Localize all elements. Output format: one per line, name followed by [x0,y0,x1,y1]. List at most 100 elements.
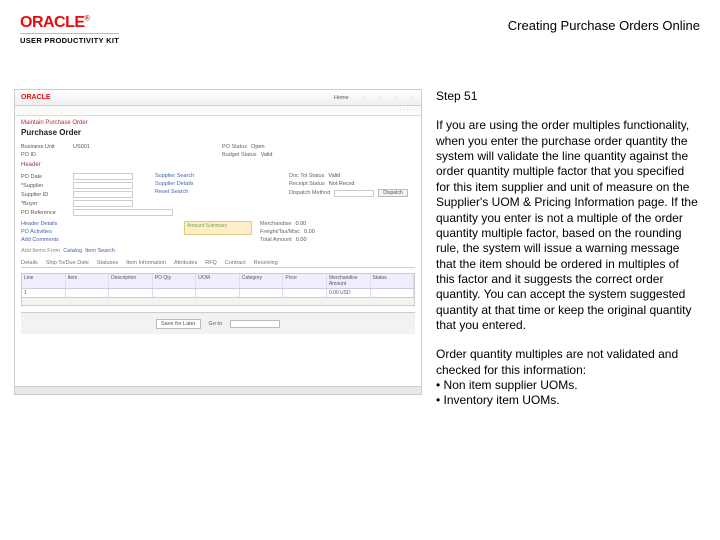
link[interactable]: Header Details [21,221,176,227]
field-value: 0.00 [296,221,307,227]
cell: 0.00 USD [327,289,371,297]
field-value: US001 [73,144,90,150]
field-value: Open [251,144,264,150]
registered-mark: ® [85,16,90,23]
supplier-input[interactable] [73,182,133,189]
field-label: Doc Tol Status [289,173,324,179]
cell [371,289,415,297]
app-body: Maintain Purchase Order Purchase Order B… [15,116,421,386]
amount-summary-box: Amount Summary [184,221,252,235]
cell[interactable] [109,289,153,297]
col-header: PO Qty [153,274,197,288]
grid-footer [22,297,414,305]
col-header: Description [109,274,153,288]
oracle-logo: ORACLE® [20,14,119,32]
tab[interactable]: RFQ [205,260,217,266]
dispatch-button[interactable]: Dispatch [378,189,407,197]
nav-item[interactable]: Home [331,94,352,102]
field-label: Dispatch Method [289,190,330,196]
field-label: Freight/Tax/Misc [260,229,300,235]
app-nav: Home · · · · [331,94,415,102]
table-row[interactable]: 1 0.00 USD [22,289,414,297]
bullet: • Non item supplier UOMs. [436,378,700,393]
add-items-from: Add Items From Catalog Item Search [21,248,415,254]
goto-label: Go to [209,321,222,327]
col-header: Merchandise Amount [327,274,371,288]
cell[interactable] [153,289,197,297]
cell: 1 [22,289,66,297]
brand-text: ORACLE [20,14,85,31]
save-button[interactable]: Save for Later [156,319,201,329]
field-label: Budget Status [222,152,257,158]
page-title: Purchase Order [21,128,415,137]
app-top-bar: ORACLE Home · · · · [15,90,421,106]
product-line: USER PRODUCTIVITY KIT [20,33,119,45]
supplier-id-input[interactable] [73,191,133,198]
tab[interactable]: Ship To/Due Date [46,260,89,266]
step-body: If you are using the order multiples fun… [436,118,700,333]
grid-header: Line Item Description PO Qty UOM Categor… [22,274,414,289]
field-label: Merchandise [260,221,292,227]
tab[interactable]: Contract [225,260,246,266]
line-tabs: Details Ship To/Due Date Statuses Item I… [21,260,415,268]
col-header: UOM [196,274,240,288]
col-header: Price [283,274,327,288]
app-window: ORACLE Home · · · · · · · · · Maintain P… [14,89,422,395]
col-header: Category [240,274,284,288]
field-label: *Buyer [21,201,69,207]
field-label: Business Unit [21,144,69,150]
nav-item[interactable]: · [391,94,399,102]
bullet: • Inventory item UOMs. [436,393,700,408]
tab[interactable]: Attributes [174,260,197,266]
po-ref-input[interactable] [73,209,173,216]
step-label: Step 51 [436,89,700,104]
link[interactable]: Reset Search [155,189,281,195]
link[interactable]: Add Comments [21,237,176,243]
col-header: Status [371,274,415,288]
cell[interactable] [66,289,110,297]
tab[interactable]: Details [21,260,38,266]
goto-select[interactable] [230,320,280,328]
field-label: PO Reference [21,210,69,216]
doc-title: Creating Purchase Orders Online [508,18,700,33]
field-label: *Supplier [21,183,69,189]
embedded-screenshot: ORACLE Home · · · · · · · · · Maintain P… [14,89,422,395]
link[interactable]: PO Activities [21,229,176,235]
field-value: Not Recvd [329,181,355,187]
link[interactable]: Item Search [85,248,115,254]
field-label: Supplier ID [21,192,69,198]
section-header: Header [21,162,415,168]
field-value: Valid [328,173,340,179]
link[interactable]: Supplier Search [155,173,281,179]
link[interactable]: Supplier Details [155,181,281,187]
step-body2-intro: Order quantity multiples are not validat… [436,347,700,378]
nav-item[interactable]: · [375,94,383,102]
nav-item[interactable]: · [407,94,415,102]
tab[interactable]: Statuses [97,260,118,266]
instruction-text: Step 51 If you are using the order multi… [436,89,700,409]
field-label: PO Status [222,144,247,150]
app-subbar: · · · · · [15,106,421,116]
tab[interactable]: Item Information [126,260,166,266]
field-value: Valid [261,152,273,158]
tab[interactable]: Receiving [254,260,278,266]
cell[interactable] [240,289,284,297]
dispatch-select[interactable] [334,190,374,197]
field-label: PO ID [21,152,69,158]
cell[interactable] [196,289,240,297]
brand-block: ORACLE® USER PRODUCTIVITY KIT [20,14,119,45]
field-label: Total Amount [260,237,292,243]
breadcrumb: Maintain Purchase Order [21,120,415,126]
cell[interactable] [283,289,327,297]
field-value: 0.00 [304,229,315,235]
buyer-input[interactable] [73,200,133,207]
col-header: Item [66,274,110,288]
scrollbar[interactable] [15,386,421,394]
col-header: Line [22,274,66,288]
link[interactable]: Catalog [63,248,82,254]
nav-item[interactable]: · [360,94,368,102]
field-value: 0.00 [296,237,307,243]
date-input[interactable] [73,173,133,180]
field-label: Receipt Status [289,181,325,187]
field-label: PO Date [21,174,69,180]
